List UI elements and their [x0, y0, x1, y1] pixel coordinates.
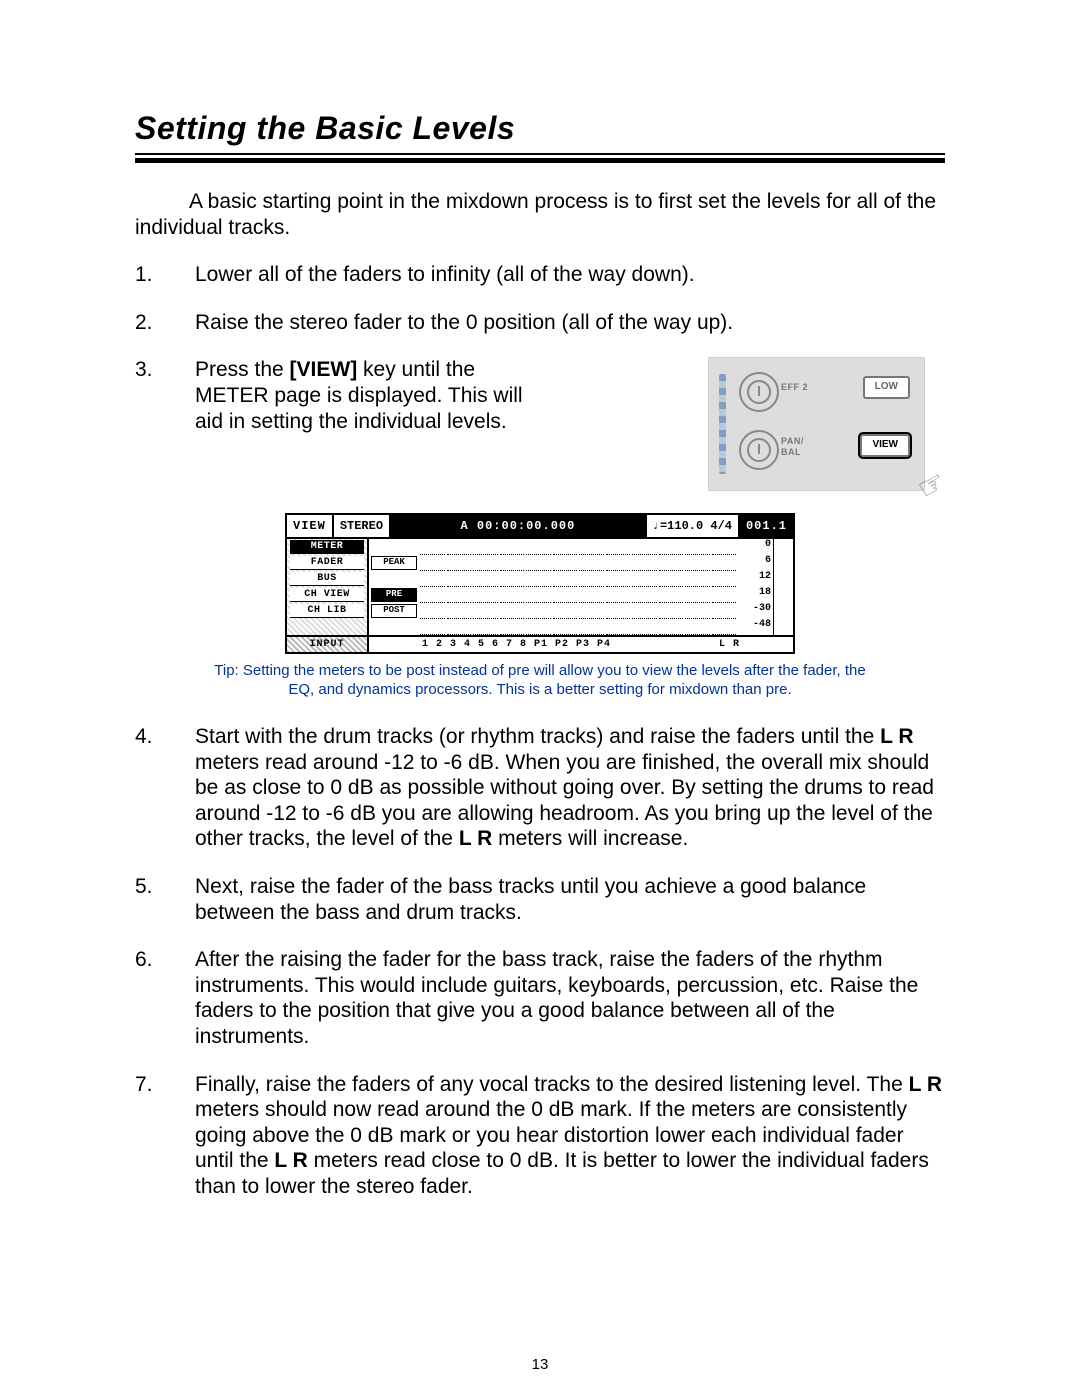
meter-tempo: ♩=110.0 4/4 — [647, 515, 740, 537]
step-text: Press the [VIEW] key until the METER pag… — [195, 357, 545, 434]
steps-list: 1. Lower all of the faders to infinity (… — [135, 262, 945, 491]
text-segment: Start with the drum tracks (or rhythm tr… — [195, 725, 880, 748]
lr-text: L R — [274, 1149, 307, 1172]
document-page: Setting the Basic Levels A basic startin… — [0, 0, 1080, 1397]
step-text: Start with the drum tracks (or rhythm tr… — [195, 724, 945, 852]
panel-illustration: EFF 2 PAN/ BAL LOW VIEW ☞ — [575, 357, 945, 491]
tab-ch-view: CH VIEW — [290, 588, 364, 602]
step-number: 5. — [135, 874, 195, 925]
step-number: 3. — [135, 357, 195, 491]
step-3: 3. Press the [VIEW] key until the METER … — [135, 357, 945, 491]
scale-18: 18 — [737, 587, 773, 603]
step-number: 4. — [135, 724, 195, 852]
scale-48: -48 — [737, 619, 773, 635]
eff2-label: EFF 2 — [781, 382, 808, 393]
meter-position: 001.1 — [740, 515, 793, 537]
view-button: VIEW — [860, 434, 910, 456]
device-panel: EFF 2 PAN/ BAL LOW VIEW ☞ — [708, 357, 925, 491]
step-text: Lower all of the faders to infinity (all… — [195, 262, 945, 288]
step-7: 7. Finally, raise the faders of any voca… — [135, 1072, 945, 1200]
scale-30: -30 — [737, 603, 773, 619]
page-title: Setting the Basic Levels — [135, 110, 945, 147]
meter-tabs: METER FADER BUS CH VIEW CH LIB — [287, 539, 369, 635]
peak-button: PEAK — [371, 556, 417, 570]
step-number: 1. — [135, 262, 195, 288]
tab-ch-lib: CH LIB — [290, 604, 364, 618]
text-segment: Finally, raise the faders of any vocal t… — [195, 1073, 909, 1096]
lr-text: L R — [880, 725, 913, 748]
low-button: LOW — [863, 376, 910, 398]
scale-0: 0 — [737, 539, 773, 555]
input-columns: 1 2 3 4 5 6 7 8 P1 P2 P3 P4 L R — [369, 637, 793, 652]
tip-text: Tip: Setting the meters to be post inste… — [200, 662, 880, 700]
lr-text: L R — [909, 1073, 942, 1096]
view-key: [VIEW] — [290, 358, 358, 381]
meter-view-label: VIEW — [287, 515, 334, 537]
step-number: 2. — [135, 310, 195, 336]
lr-column — [773, 539, 793, 635]
scale-12: 12 — [737, 571, 773, 587]
step-6: 6. After the raising the fader for the b… — [135, 947, 945, 1049]
text-segment: meters will increase. — [492, 827, 688, 850]
step-text: Next, raise the fader of the bass tracks… — [195, 874, 945, 925]
title-rule — [135, 153, 945, 163]
intro-paragraph: A basic starting point in the mixdown pr… — [135, 189, 945, 240]
hand-icon: ☞ — [912, 464, 954, 509]
step-text: After the raising the fader for the bass… — [195, 947, 945, 1049]
meter-matrix: 0 PEAK 6 12 PRE — [369, 539, 793, 635]
meter-timecode: A 00:00:00.000 — [391, 515, 647, 537]
step-1: 1. Lower all of the faders to infinity (… — [135, 262, 945, 288]
meter-bottom: INPUT 1 2 3 4 5 6 7 8 P1 P2 P3 P4 L R — [287, 635, 793, 652]
step-5: 5. Next, raise the fader of the bass tra… — [135, 874, 945, 925]
led-strip — [719, 374, 726, 474]
pre-button: PRE — [371, 588, 417, 602]
step-text: Finally, raise the faders of any vocal t… — [195, 1072, 945, 1200]
step-4: 4. Start with the drum tracks (or rhythm… — [135, 724, 945, 852]
eff2-knob — [739, 372, 779, 412]
tab-fader: FADER — [290, 556, 364, 570]
lr-text: L R — [459, 827, 492, 850]
scale-6: 6 — [737, 555, 773, 571]
step-number: 6. — [135, 947, 195, 1049]
tab-meter: METER — [290, 540, 364, 554]
page-number: 13 — [0, 1356, 1080, 1373]
tab-bus: BUS — [290, 572, 364, 586]
input-numbers: 1 2 3 4 5 6 7 8 P1 P2 P3 P4 — [422, 639, 611, 650]
post-button: POST — [371, 604, 417, 618]
lr-label: L R — [719, 639, 740, 650]
text-segment: Press the — [195, 358, 290, 381]
step-2: 2. Raise the stereo fader to the 0 posit… — [135, 310, 945, 336]
panbal-label: PAN/ BAL — [781, 436, 804, 458]
meter-screen: VIEW STEREO A 00:00:00.000 ♩=110.0 4/4 0… — [285, 513, 795, 654]
input-label: INPUT — [287, 637, 369, 652]
step-text: Raise the stereo fader to the 0 position… — [195, 310, 945, 336]
step-number: 7. — [135, 1072, 195, 1200]
steps-list-cont: 4. Start with the drum tracks (or rhythm… — [135, 724, 945, 1200]
panbal-knob — [739, 430, 779, 470]
meter-stereo-label: STEREO — [334, 515, 391, 537]
meter-topbar: VIEW STEREO A 00:00:00.000 ♩=110.0 4/4 0… — [287, 515, 793, 539]
